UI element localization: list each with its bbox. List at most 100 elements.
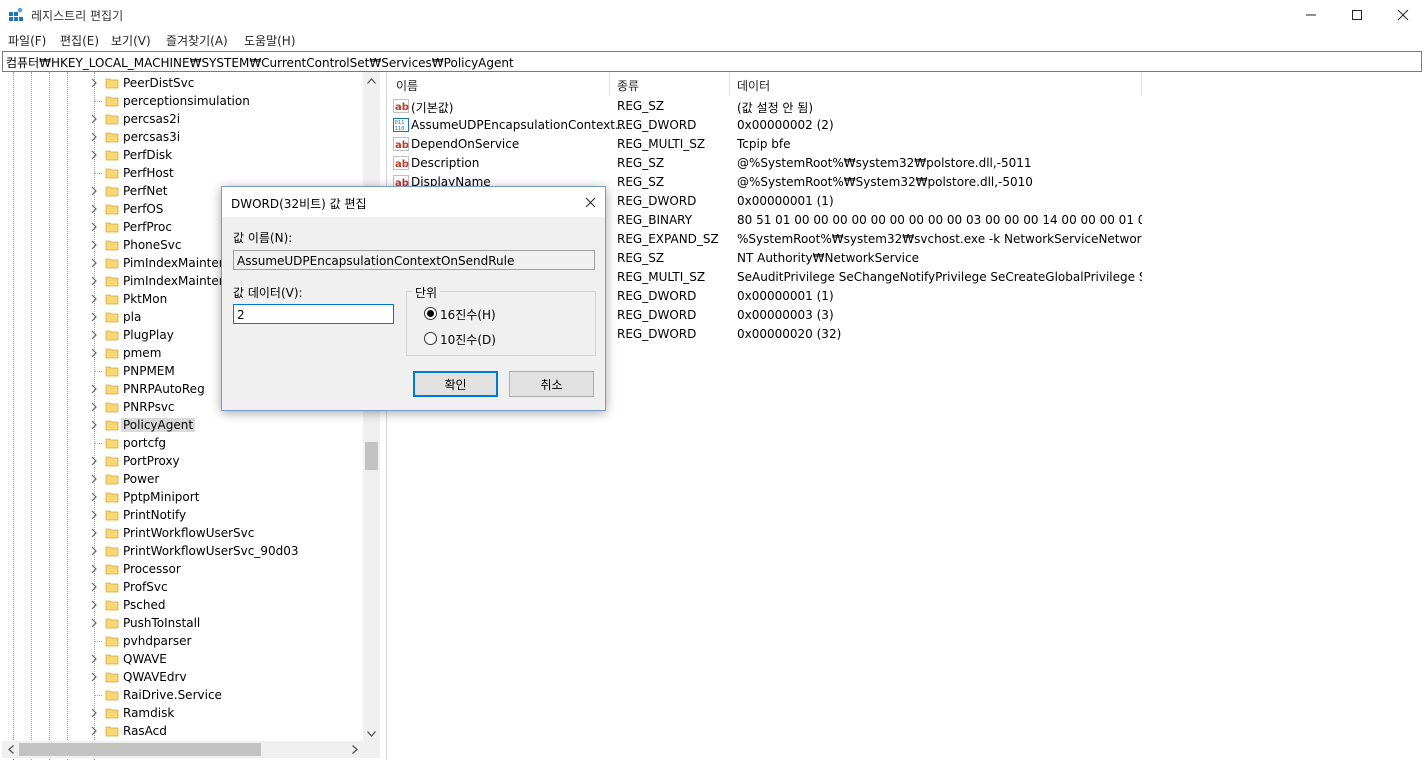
tree-item[interactable]: ProfSvc bbox=[2, 578, 364, 596]
value-row[interactable]: ab Description REG_SZ @%SystemRoot%₩system3… bbox=[387, 154, 1147, 173]
chevron-right-icon[interactable] bbox=[90, 420, 98, 430]
chevron-right-icon[interactable] bbox=[90, 258, 98, 268]
ok-button[interactable]: 확인 bbox=[413, 371, 498, 397]
chevron-right-icon[interactable] bbox=[90, 312, 98, 322]
value-row[interactable]: ab (기본값) REG_SZ (값 설정 안 됨) bbox=[387, 97, 1147, 116]
column-header-type[interactable]: 종류 bbox=[617, 77, 639, 94]
chevron-right-icon[interactable] bbox=[90, 186, 98, 196]
hex-radio[interactable] bbox=[424, 307, 437, 320]
value-row[interactable]: 011 110 AssumeUDPEncapsulationContext... RE… bbox=[387, 116, 1147, 135]
tree-item[interactable]: QWAVEdrv bbox=[2, 668, 364, 686]
chevron-right-icon[interactable] bbox=[90, 708, 98, 718]
column-separator[interactable] bbox=[729, 72, 730, 96]
tree-connector bbox=[94, 641, 102, 642]
tree-item[interactable]: portcfg bbox=[2, 434, 364, 452]
tree-item[interactable]: PrintNotify bbox=[2, 506, 364, 524]
chevron-right-icon[interactable] bbox=[90, 582, 98, 592]
column-header-name[interactable]: 이름 bbox=[396, 77, 418, 94]
chevron-right-icon[interactable] bbox=[90, 456, 98, 466]
scroll-left-button[interactable] bbox=[2, 741, 19, 758]
column-separator[interactable] bbox=[1141, 72, 1142, 96]
tree-horizontal-scrollbar[interactable] bbox=[2, 741, 363, 758]
folder-icon bbox=[105, 636, 119, 647]
tree-item[interactable]: PrintWorkflowUserSvc bbox=[2, 524, 364, 542]
svg-text:ab: ab bbox=[395, 159, 409, 170]
menu-favorites[interactable]: 즐겨찾기(A) bbox=[166, 32, 228, 49]
tree-item[interactable]: percsas2i bbox=[2, 110, 364, 128]
scroll-thumb[interactable] bbox=[19, 743, 261, 756]
value-data-input[interactable]: 2 bbox=[233, 304, 394, 324]
chevron-right-icon[interactable] bbox=[90, 330, 98, 340]
tree-item[interactable]: pvhdparser bbox=[2, 632, 364, 650]
tree-item[interactable]: RaiDrive.Service bbox=[2, 686, 364, 704]
menu-edit[interactable]: 편집(E) bbox=[60, 32, 99, 49]
dec-radio[interactable] bbox=[424, 332, 437, 345]
chevron-right-icon[interactable] bbox=[90, 618, 98, 628]
scroll-down-button[interactable] bbox=[363, 725, 380, 742]
tree-item[interactable]: RasAcd bbox=[2, 722, 364, 740]
chevron-right-icon[interactable] bbox=[90, 474, 98, 484]
chevron-right-icon[interactable] bbox=[90, 672, 98, 682]
values-list[interactable]: 이름 종류 데이터 ab (기본값) REG_SZ (값 설정 안 됨) 011 110 A… bbox=[386, 72, 1426, 760]
tree-item[interactable]: PushToInstall bbox=[2, 614, 364, 632]
chevron-right-icon[interactable] bbox=[90, 222, 98, 232]
tree-item[interactable]: PolicyAgent bbox=[2, 416, 364, 434]
tree-item[interactable]: Psched bbox=[2, 596, 364, 614]
tree-item[interactable]: Power bbox=[2, 470, 364, 488]
tree-item[interactable]: QWAVE bbox=[2, 650, 364, 668]
hex-radio-label[interactable]: 16진수(H) bbox=[440, 306, 496, 323]
menu-view[interactable]: 보기(V) bbox=[111, 32, 151, 49]
chevron-right-icon[interactable] bbox=[90, 510, 98, 520]
chevron-right-icon[interactable] bbox=[90, 654, 98, 664]
chevron-right-icon[interactable] bbox=[90, 348, 98, 358]
tree-item[interactable]: PrintWorkflowUserSvc_90d03 bbox=[2, 542, 364, 560]
address-bar[interactable]: 컴퓨터₩HKEY_LOCAL_MACHINE₩SYSTEM₩CurrentCon… bbox=[2, 51, 1422, 72]
dec-radio-label[interactable]: 10진수(D) bbox=[440, 331, 496, 348]
chevron-right-icon[interactable] bbox=[90, 204, 98, 214]
scroll-right-button[interactable] bbox=[346, 741, 363, 758]
dialog-close-button[interactable] bbox=[575, 187, 605, 217]
chevron-right-icon[interactable] bbox=[90, 726, 98, 736]
tree-item[interactable]: PortProxy bbox=[2, 452, 364, 470]
cancel-button[interactable]: 취소 bbox=[509, 371, 594, 397]
chevron-right-icon[interactable] bbox=[90, 78, 98, 88]
column-separator[interactable] bbox=[609, 72, 610, 96]
chevron-up-icon bbox=[367, 77, 376, 84]
value-data: 0x00000002 (2) bbox=[737, 118, 834, 132]
menu-help[interactable]: 도움말(H) bbox=[244, 32, 296, 49]
chevron-right-icon[interactable] bbox=[90, 600, 98, 610]
value-row[interactable]: ab DependOnService REG_MULTI_SZ Tcpip bfe bbox=[387, 135, 1147, 154]
chevron-right-icon[interactable] bbox=[90, 132, 98, 142]
tree-item[interactable]: percsas3i bbox=[2, 128, 364, 146]
chevron-right-icon[interactable] bbox=[90, 276, 98, 286]
base-group-title: 단위 bbox=[412, 284, 441, 301]
tree-item[interactable]: PerfHost bbox=[2, 164, 364, 182]
chevron-right-icon[interactable] bbox=[90, 528, 98, 538]
chevron-right-icon[interactable] bbox=[90, 114, 98, 124]
chevron-right-icon[interactable] bbox=[90, 240, 98, 250]
scroll-thumb[interactable] bbox=[365, 442, 378, 470]
scroll-up-button[interactable] bbox=[363, 72, 380, 89]
tree-item[interactable]: PerfDisk bbox=[2, 146, 364, 164]
chevron-right-icon[interactable] bbox=[90, 402, 98, 412]
chevron-right-icon[interactable] bbox=[90, 150, 98, 160]
tree-item[interactable]: PptpMiniport bbox=[2, 488, 364, 506]
menu-file[interactable]: 파일(F) bbox=[8, 32, 46, 49]
minimize-button[interactable] bbox=[1288, 0, 1334, 30]
chevron-right-icon[interactable] bbox=[90, 384, 98, 394]
value-data: %SystemRoot%₩system32₩svchost.exe -k Net… bbox=[737, 232, 1142, 246]
chevron-right-icon[interactable] bbox=[90, 564, 98, 574]
tree-item[interactable]: Processor bbox=[2, 560, 364, 578]
close-button[interactable] bbox=[1380, 0, 1426, 30]
tree-item[interactable]: PeerDistSvc bbox=[2, 74, 364, 92]
value-data: SeAuditPrivilege SeChangeNotifyPrivilege… bbox=[737, 270, 1142, 284]
maximize-button[interactable] bbox=[1334, 0, 1380, 30]
column-header-data[interactable]: 데이터 bbox=[737, 77, 770, 94]
tree-item-label: PNPMEM bbox=[123, 364, 175, 378]
tree-item[interactable]: Ramdisk bbox=[2, 704, 364, 722]
chevron-right-icon[interactable] bbox=[90, 546, 98, 556]
tree-item[interactable]: perceptionsimulation bbox=[2, 92, 364, 110]
registry-tree[interactable]: PeerDistSvc perceptionsimulation percsas2i… bbox=[2, 72, 382, 760]
chevron-right-icon[interactable] bbox=[90, 492, 98, 502]
chevron-right-icon[interactable] bbox=[90, 294, 98, 304]
